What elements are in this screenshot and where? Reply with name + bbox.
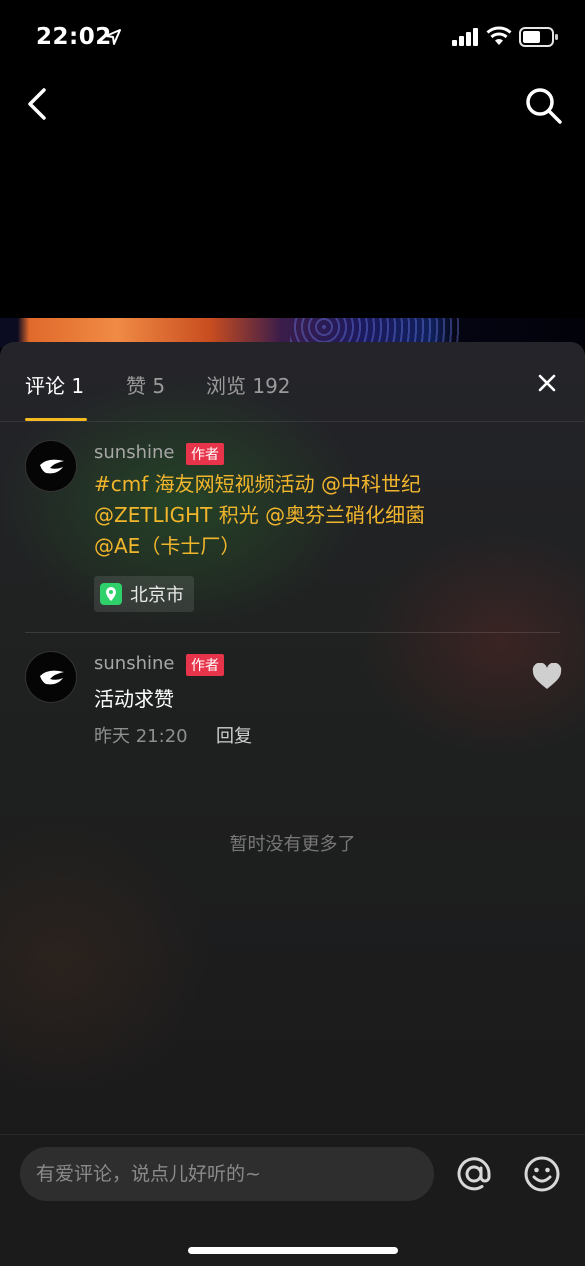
signal-icon: [452, 28, 478, 46]
post-text-line[interactable]: @AE（卡士厂）: [94, 531, 494, 562]
divider: [25, 632, 560, 633]
emoji-icon[interactable]: [523, 1155, 561, 1193]
top-nav: [0, 80, 585, 130]
tab-likes[interactable]: 赞 5: [126, 370, 165, 399]
comment-username[interactable]: sunshine: [94, 653, 174, 674]
close-icon[interactable]: [536, 372, 558, 394]
author-badge: 作者: [186, 654, 224, 676]
heart-icon[interactable]: [532, 663, 562, 691]
comment-text[interactable]: 活动求赞: [94, 683, 174, 712]
location-label: 北京市: [130, 585, 184, 606]
avatar[interactable]: [25, 651, 77, 703]
tab-bar: 评论 1 赞 5 浏览 192: [0, 342, 585, 422]
comment-input[interactable]: [20, 1147, 434, 1201]
status-time: 22:02: [36, 24, 112, 50]
active-tab-indicator: [25, 418, 87, 421]
home-indicator: [188, 1247, 398, 1254]
location-tag[interactable]: 北京市: [94, 576, 194, 612]
comment-item: sunshine 作者 活动求赞 昨天 21:20 回复: [0, 649, 585, 759]
tab-comments[interactable]: 评论 1: [25, 370, 84, 399]
comment-input-bar: [0, 1134, 585, 1266]
reply-button[interactable]: 回复: [216, 722, 252, 748]
comment-sheet: 评论 1 赞 5 浏览 192 sunshine 作者 #cmf 海友网短视频活…: [0, 342, 585, 1266]
battery-icon: [519, 27, 558, 47]
mention-icon[interactable]: [455, 1155, 493, 1193]
avatar[interactable]: [25, 440, 77, 492]
tab-views[interactable]: 浏览 192: [206, 370, 291, 399]
post-text-line[interactable]: #cmf 海友网短视频活动 @中科世纪: [94, 469, 494, 500]
no-more-text: 暂时没有更多了: [229, 834, 356, 855]
location-arrow-icon: [105, 29, 121, 45]
wifi-icon: [486, 26, 512, 45]
location-pin-icon: [100, 583, 122, 605]
comment-time: 昨天 21:20: [94, 726, 188, 747]
post-caption: sunshine 作者 #cmf 海友网短视频活动 @中科世纪 @ZETLIGH…: [0, 438, 585, 618]
post-text-line[interactable]: @ZETLIGHT 积光 @奥芬兰硝化细菌: [94, 500, 494, 531]
search-icon[interactable]: [522, 84, 564, 126]
back-icon[interactable]: [22, 84, 58, 124]
avatar-logo-icon: [40, 459, 64, 474]
avatar-logo-icon: [40, 670, 64, 685]
author-badge: 作者: [186, 443, 224, 465]
post-text: #cmf 海友网短视频活动 @中科世纪 @ZETLIGHT 积光 @奥芬兰硝化细…: [94, 469, 494, 562]
status-bar: 22:02: [0, 0, 585, 70]
post-username[interactable]: sunshine: [94, 442, 174, 463]
